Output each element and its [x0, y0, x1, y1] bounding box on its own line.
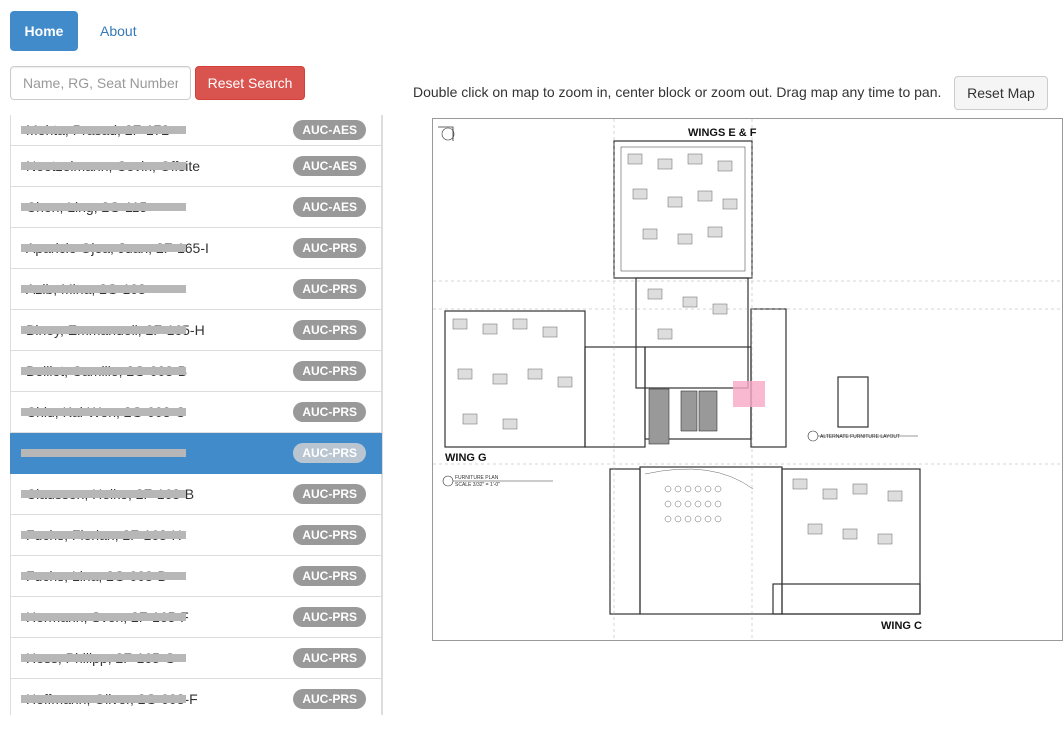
group-badge: AUC-AES — [293, 120, 366, 140]
list-item[interactable]: Fuchs, Lina, 2G-003-D AUC-PRS — [10, 556, 382, 597]
list-item[interactable]: Hoffmann, Oliver, 2G-003-F AUC-PRS — [10, 679, 382, 715]
group-badge: AUC-PRS — [293, 689, 366, 709]
label-plan-scale: SCALE 3/32" = 1'-0" — [455, 482, 500, 488]
redaction-bar — [21, 613, 186, 621]
redaction-bar — [21, 531, 186, 539]
group-badge: AUC-AES — [293, 197, 366, 217]
redaction-bar — [21, 572, 186, 580]
person-name: Neetzelmann, Cevin, Offsite — [21, 158, 200, 174]
redaction-bar — [21, 126, 186, 134]
redaction-bar — [21, 695, 186, 703]
redaction-bar — [21, 654, 186, 662]
list-item[interactable]: Mehta, Prasad, 2F-172 AUC-AES — [10, 115, 382, 146]
label-wing-c: WING C — [881, 620, 922, 632]
group-badge: AUC-PRS — [293, 566, 366, 586]
list-item[interactable]: Hess, Philipp, 2F-165-G AUC-PRS — [10, 638, 382, 679]
person-name: Fuchs, Florian, 2F-163-H — [21, 527, 186, 543]
list-item[interactable]: Azib, Mina, 2G-103 AUC-PRS — [10, 269, 382, 310]
group-badge: AUC-PRS — [293, 402, 366, 422]
list-item[interactable]: Chen, Ling, 2G-115 AUC-AES — [10, 187, 382, 228]
group-badge: AUC-PRS — [293, 279, 366, 299]
person-name: Claussen, Heiko, 2F-163-B — [21, 486, 194, 502]
list-item[interactable]: Boillot, Camille, 2G-003-B AUC-PRS — [10, 351, 382, 392]
list-item[interactable]: Fuchs, Florian, 2F-163-H AUC-PRS — [10, 515, 382, 556]
map-instructions: Double click on map to zoom in, center b… — [413, 84, 942, 100]
top-nav: Home About — [10, 11, 141, 51]
list-item[interactable]: Biney, Emmanuell, 2F-165-H AUC-PRS — [10, 310, 382, 351]
group-badge: AUC-PRS — [293, 238, 366, 258]
label-furniture-plan: FURNITURE PLAN — [455, 475, 499, 481]
person-name: Hermann, Sven, 2F-165-F — [21, 609, 189, 625]
redaction-bar — [21, 244, 186, 252]
nav-about[interactable]: About — [96, 11, 141, 51]
group-badge: AUC-PRS — [293, 648, 366, 668]
list-item[interactable]: Hermann, Sven, 2F-165-F AUC-PRS — [10, 597, 382, 638]
group-badge: AUC-PRS — [293, 607, 366, 627]
search-input[interactable] — [10, 66, 191, 100]
label-wings-ef: WINGS E & F — [688, 127, 757, 139]
list-item[interactable]: Chiu, Kai-Wen, 2G-003-C AUC-PRS — [10, 392, 382, 433]
floor-plan-drawing[interactable]: WINGS E & F WING G WING C ALTERNATE FURN… — [433, 119, 1063, 641]
person-name: Hess, Philipp, 2F-165-G — [21, 650, 186, 666]
search-row: Reset Search — [10, 66, 305, 100]
person-name: Aparicio Ojea, Juan, 2F-165-I — [21, 240, 209, 256]
person-name: Fuchs, Lina, 2G-003-D — [21, 568, 186, 584]
group-badge: AUC-PRS — [293, 361, 366, 381]
person-name: Chen, Ling, 2G-115 — [21, 199, 186, 215]
list-item[interactable]: Claussen, Heiko, 2F-163-B AUC-PRS — [10, 474, 382, 515]
redaction-bar — [21, 449, 186, 457]
redaction-bar — [21, 203, 186, 211]
redaction-bar — [21, 490, 186, 498]
person-name: Hoffmann, Oliver, 2G-003-F — [21, 691, 198, 707]
person-name: Lin, Ming, 2G-003 — [21, 445, 186, 461]
group-badge: AUC-PRS — [293, 443, 366, 463]
floor-map[interactable]: WINGS E & F WING G WING C ALTERNATE FURN… — [432, 118, 1063, 641]
label-wing-g: WING G — [445, 452, 487, 464]
group-badge: AUC-AES — [293, 156, 366, 176]
person-name: Boillot, Camille, 2G-003-B — [21, 363, 187, 379]
person-name: Chiu, Kai-Wen, 2G-003-C — [21, 404, 186, 420]
person-name: Azib, Mina, 2G-103 — [21, 281, 186, 297]
group-badge: AUC-PRS — [293, 320, 366, 340]
redaction-bar — [21, 162, 186, 170]
person-name: Biney, Emmanuell, 2F-165-H — [21, 322, 205, 338]
reset-map-button[interactable]: Reset Map — [954, 76, 1048, 110]
group-badge: AUC-PRS — [293, 525, 366, 545]
reset-search-button[interactable]: Reset Search — [195, 66, 305, 100]
group-badge: AUC-PRS — [293, 484, 366, 504]
redaction-bar — [21, 367, 186, 375]
nav-home[interactable]: Home — [10, 11, 78, 51]
label-alt-layout: ALTERNATE FURNITURE LAYOUT — [820, 434, 900, 440]
selected-seat-highlight — [733, 381, 765, 407]
person-name: Mehta, Prasad, 2F-172 — [21, 122, 186, 138]
list-item[interactable]: Aparicio Ojea, Juan, 2F-165-I AUC-PRS — [10, 228, 382, 269]
list-item[interactable]: Neetzelmann, Cevin, Offsite AUC-AES — [10, 146, 382, 187]
redaction-bar — [21, 408, 186, 416]
redaction-bar — [21, 326, 186, 334]
people-list[interactable]: Mehta, Prasad, 2F-172AUC-AESNeetzelmann,… — [10, 115, 383, 715]
redaction-bar — [21, 285, 186, 293]
list-item[interactable]: Lin, Ming, 2G-003 AUC-PRS — [10, 433, 382, 474]
